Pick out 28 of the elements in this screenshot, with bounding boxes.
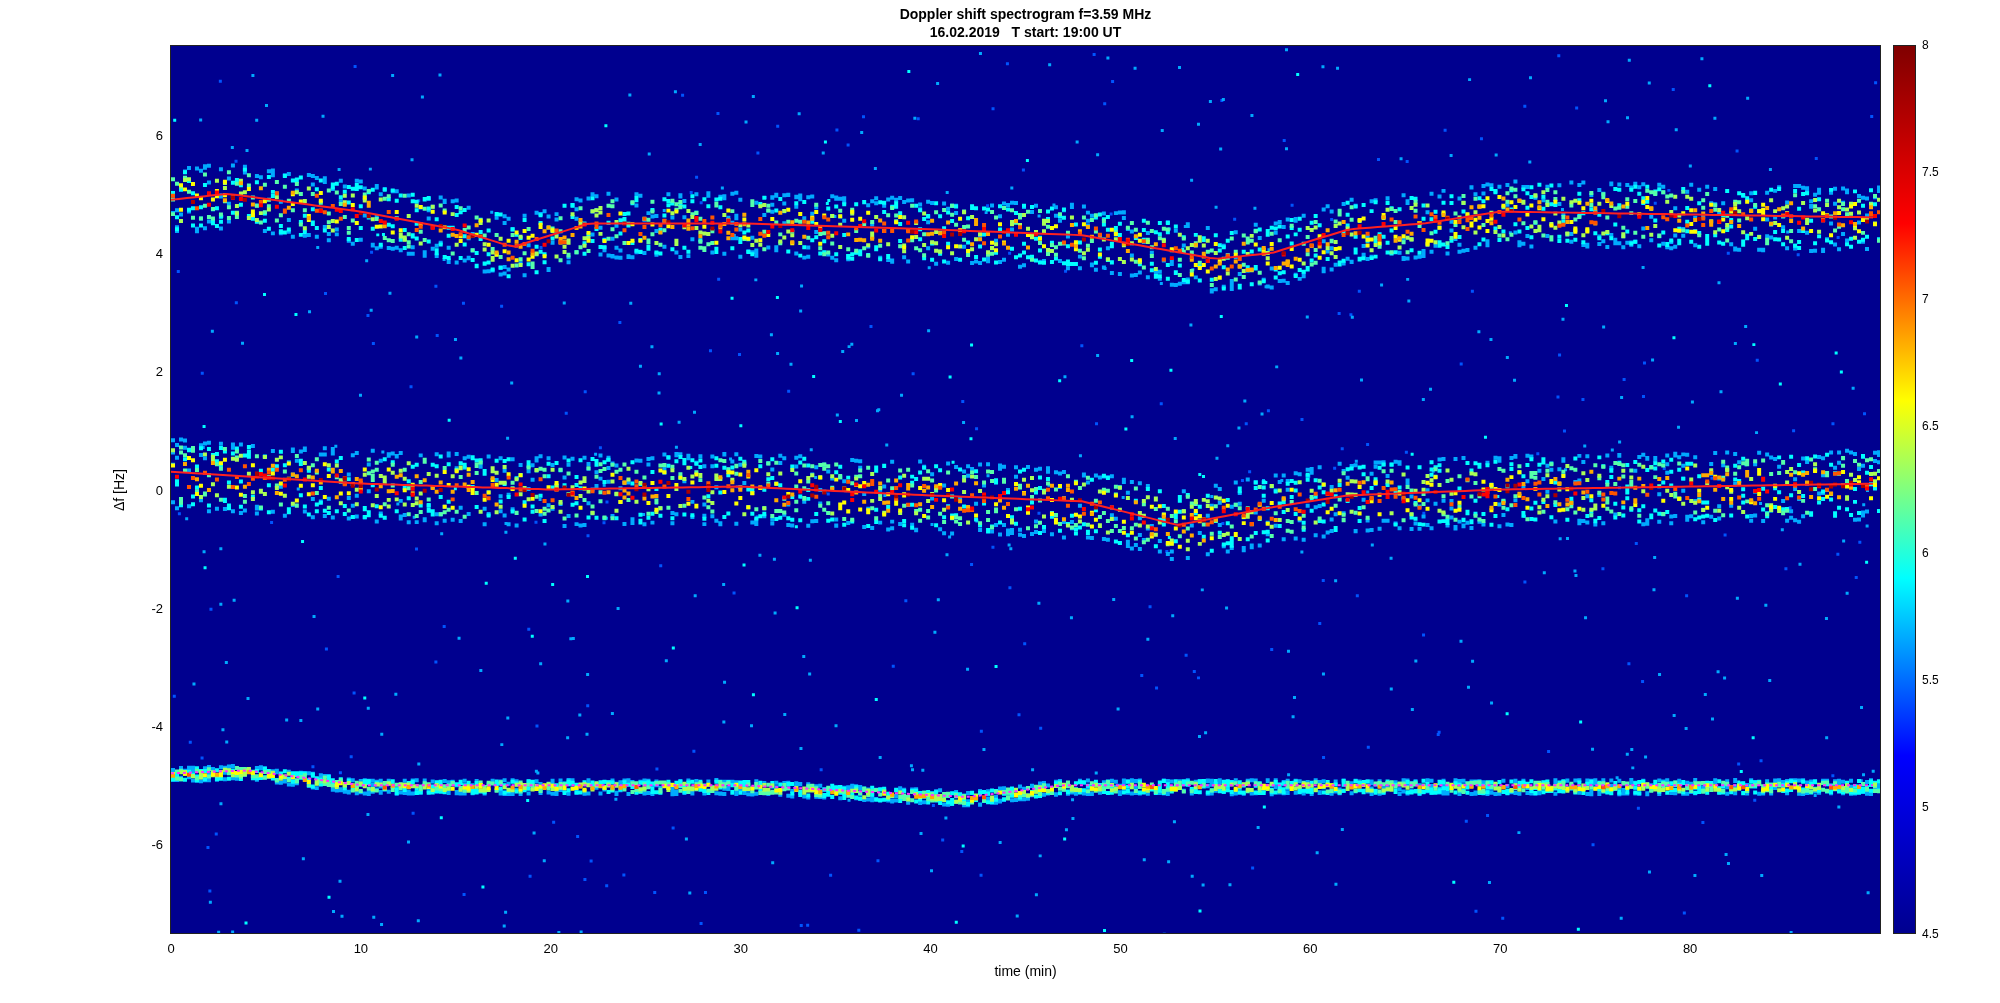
colorbar-tick-label: 7 — [1922, 292, 1929, 306]
colorbar-tick-label: 8 — [1922, 38, 1929, 52]
y-tick-label: -2 — [151, 600, 163, 616]
x-tick-label: 30 — [733, 941, 748, 956]
chart-title: Doppler shift spectrogram f=3.59 MHz — [899, 4, 1152, 23]
x-tick-label: 10 — [353, 941, 369, 956]
y-tick-label: 6 — [155, 127, 163, 143]
y-tick-label: 4 — [155, 245, 163, 261]
colorbar-tick-label: 4.5 — [1922, 927, 1939, 941]
colorbar-tick-label: 6.5 — [1922, 419, 1939, 433]
y-tick-label: 2 — [155, 363, 163, 379]
y-axis-label: Δf [Hz] — [111, 468, 127, 511]
x-tick-label: 70 — [1493, 941, 1508, 956]
x-tick-label: 20 — [543, 941, 558, 956]
x-axis-label: time (min) — [994, 963, 1057, 979]
colorbar-tick-label: 5.5 — [1922, 673, 1939, 687]
colorbar-tick-label: 7.5 — [1922, 165, 1939, 179]
x-tick-label: 80 — [1682, 941, 1698, 956]
y-tick-label: -4 — [151, 718, 163, 734]
x-tick-label: 0 — [167, 941, 175, 956]
y-tick-label: 0 — [155, 482, 163, 497]
x-tick-label: 50 — [1113, 941, 1128, 956]
x-tick-label: 60 — [1303, 941, 1318, 956]
chart-title: 16.02.2019 T start: 19:00 UT — [929, 22, 1122, 41]
y-tick-label: -6 — [151, 836, 163, 852]
colorbar-tick-label: 6 — [1922, 546, 1929, 560]
x-tick-label: 40 — [923, 941, 938, 956]
colorbar-tick-label: 5 — [1922, 800, 1929, 814]
